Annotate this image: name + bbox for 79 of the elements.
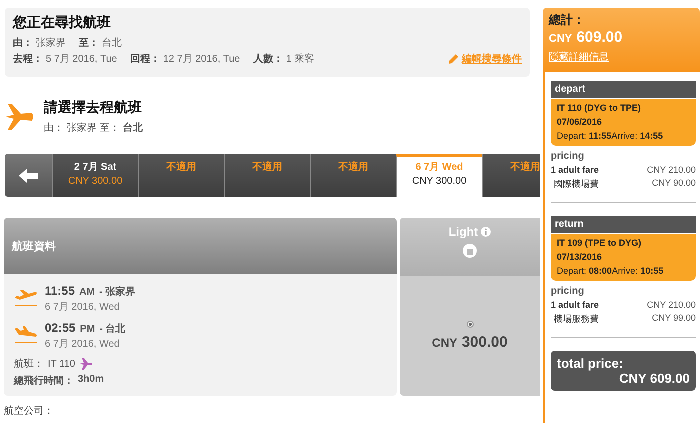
leg-date: 07/13/2016 (557, 251, 604, 264)
from-city: 张家界 (67, 122, 97, 135)
price-currency: CNY (432, 336, 458, 350)
fee-name: 機場服務費 (554, 313, 599, 326)
pricing-heading: pricing (551, 151, 586, 162)
depart-time: 11:55 (589, 131, 612, 141)
fare-radio[interactable] (466, 320, 474, 328)
time-period: PM (80, 324, 96, 335)
total-label: 總計： (549, 12, 586, 29)
hide-details-link[interactable]: 隱藏詳細信息 (549, 52, 609, 63)
flight-time: 11:55 (45, 284, 76, 298)
duration-label: 總飛行時間： (14, 374, 74, 388)
airplane-icon (4, 101, 36, 133)
arrive-label: Arrive: (612, 131, 638, 141)
from-label: 由： (44, 122, 64, 135)
to-city: 台北 (102, 36, 122, 50)
summary-title: 您正在尋找航班 (13, 14, 112, 32)
total-price-label: total price: (557, 356, 624, 371)
fare-name: Light (448, 225, 478, 239)
fare-price: 300.00 (462, 334, 508, 350)
fee-name: 國際機場費 (554, 178, 599, 191)
date-tab[interactable]: 不適用 (224, 154, 310, 197)
section-title: 請選擇去程航班 (44, 99, 143, 117)
depart-label: 去程： (13, 52, 43, 66)
to-label: 至： (100, 122, 120, 135)
depart-time: 08:00 (589, 266, 612, 276)
depart-date: 5 7月 2016, Tue (46, 53, 118, 66)
flight-number: IT 110 (48, 358, 76, 370)
passengers-label: 人數： (253, 52, 284, 66)
pricing-heading: pricing (551, 286, 586, 297)
flight-date: 6 7月 2016, Wed (45, 301, 121, 314)
time-period: AM (79, 287, 96, 298)
arrive-time: 10:55 (640, 266, 664, 276)
fee-name: 1 adult fare (551, 165, 600, 175)
leg-date: 07/06/2016 (557, 116, 604, 129)
flight-time: 02:55 (45, 321, 76, 335)
fee-name: 1 adult fare (551, 300, 600, 310)
airlines-label: 航空公司： (4, 404, 55, 418)
to-city: 台北 (123, 122, 143, 135)
total-amount: 609.00 (576, 29, 623, 46)
date-tab[interactable]: 不適用 (310, 154, 396, 197)
date-tab[interactable]: 2 7月 Sat CNY 300.00 (52, 154, 138, 197)
route-text: IT 109 (TPE to DYG) (557, 237, 643, 250)
airplane-icon (79, 357, 94, 371)
date-tab[interactable]: 6 7月 Wed CNY 300.00 (396, 154, 482, 197)
arrive-label: Arrive: (612, 266, 638, 276)
fee-amount: CNY 210.00 (647, 300, 696, 310)
landing-icon (14, 326, 38, 344)
takeoff-icon (14, 289, 38, 307)
return-date: 12 7月 2016, Tue (163, 53, 240, 66)
total-currency: CNY (549, 33, 572, 45)
from-label: 由： (13, 36, 33, 50)
date-tab[interactable]: 不適用 (482, 154, 540, 197)
info-icon (481, 227, 492, 237)
leg-heading: depart (551, 81, 696, 98)
edit-search-link[interactable]: 編輯搜尋條件 (462, 52, 522, 66)
flight-date: 6 7月 2016, Wed (45, 338, 121, 351)
total-price-value: CNY 609.00 (618, 371, 690, 386)
previous-dates-button[interactable] (5, 154, 52, 197)
to-label: 至： (79, 37, 99, 50)
city-name: - 张家界 (100, 287, 136, 298)
left-arrow-icon (18, 168, 38, 182)
flight-info-header: 航班資料 (4, 218, 397, 274)
flight-label: 航班： (14, 358, 44, 371)
duration-value: 3h0m (78, 374, 104, 387)
arrive-time: 14:55 (640, 131, 664, 141)
leg-heading: return (551, 216, 696, 233)
from-city: 张家界 (36, 36, 66, 50)
pencil-icon (448, 53, 460, 65)
fee-amount: CNY 99.00 (652, 313, 696, 325)
date-tab[interactable]: 不適用 (138, 154, 224, 197)
return-label: 回程： (130, 53, 160, 66)
fee-amount: CNY 210.00 (647, 165, 696, 175)
passengers-count: 1 乘客 (286, 52, 315, 66)
depart-label: Depart: (557, 266, 587, 276)
route-text: IT 110 (DYG to TPE) (557, 102, 642, 115)
depart-label: Depart: (557, 131, 587, 141)
city-name: - 台北 (100, 324, 126, 335)
fee-amount: CNY 90.00 (652, 178, 696, 190)
